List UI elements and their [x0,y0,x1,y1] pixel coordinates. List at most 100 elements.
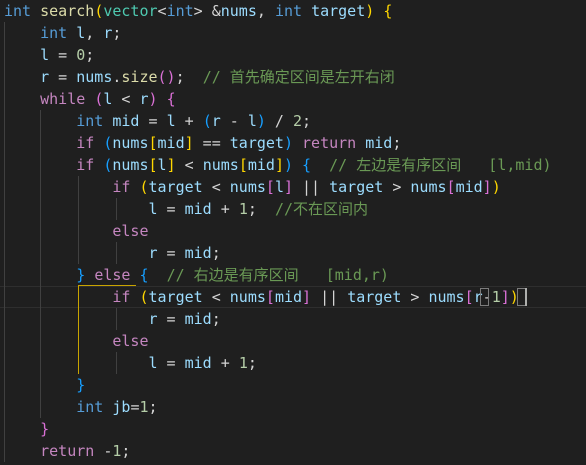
code-token: int [274,2,303,20]
code-line[interactable]: else [4,330,148,352]
code-line[interactable]: r = mid; [4,308,221,330]
code-token: target [148,178,203,196]
code-line[interactable]: } else { // 右边是有序区间 [mid,r) [4,264,389,286]
code-line[interactable]: r = mid; [4,242,221,264]
code-token: = [157,244,185,262]
code-token: ) [491,178,501,196]
code-token: r [148,244,158,262]
code-token: nums [76,68,113,86]
code-token: target [329,178,384,196]
code-token: || [293,178,330,196]
code-line[interactable]: if (nums[mid] == target) return mid; [4,132,401,154]
code-token: > [401,288,429,306]
code-token: r [211,112,221,130]
code-token: mid [274,288,303,306]
code-editor[interactable]: int search(vector<int> &nums, int target… [0,0,586,465]
code-token: int [76,112,104,130]
code-line[interactable]: l = 0; [4,44,94,66]
code-token: l [166,112,176,130]
code-token: < [157,2,167,20]
code-token: () [157,68,176,86]
code-token: ( [94,90,104,108]
code-line[interactable]: int jb=1; [4,396,157,418]
code-token: ) [148,90,158,108]
code-token: return [40,442,95,460]
code-token: < [202,178,230,196]
code-token: return [302,134,357,152]
code-line[interactable]: l = mid + 1; [4,352,257,374]
code-token: nums [220,2,257,20]
code-line[interactable]: } [4,374,85,396]
code-token: } [76,266,86,284]
code-token: 0 [76,46,86,64]
code-token: ) [256,112,266,130]
code-line[interactable]: if (nums[l] < nums[mid]) { // 左边是有序区间 [l… [4,154,551,176]
code-line[interactable]: return -1; [4,440,130,462]
code-line[interactable]: r = nums.size(); // 首先确定区间是左开右闭 [4,66,395,88]
code-token: nums [428,288,465,306]
code-token: mid [112,112,140,130]
code-line[interactable]: l = mid + 1; //不在区间内 [4,198,369,220]
code-token: - [220,112,248,130]
code-line[interactable]: if (target < nums[l] || target > nums[mi… [4,176,501,198]
code-line[interactable]: if (target < nums[mid] || target > nums[… [4,286,518,308]
code-token: ; [211,310,221,328]
code-token: [ [148,156,158,174]
code-token: target [311,2,366,20]
code-token: target [347,288,402,306]
code-line[interactable]: while (l < r) { [4,88,175,110]
code-token: ; [302,112,312,130]
code-line[interactable]: int search(vector<int> &nums, int target… [4,0,392,22]
code-token: if [112,178,131,196]
code-token: ] [274,156,284,174]
code-token: jb [112,398,131,416]
code-token: ) [283,134,293,152]
code-token: = [157,354,185,372]
code-token: + [175,112,203,130]
code-token: [ [148,134,158,152]
code-token: + [211,354,239,372]
code-token: if [76,156,95,174]
code-token: nums [202,156,239,174]
code-token: mid [455,178,483,196]
code-token: r [40,68,50,86]
code-token: > [383,178,411,196]
text-cursor [525,288,527,306]
code-line[interactable]: else [4,220,149,242]
code-token: nums [410,178,447,196]
code-line[interactable]: int mid = l + (r - l) / 2; [4,110,311,132]
code-token: 1 [238,200,248,218]
code-token: search [40,2,95,20]
code-token: l [148,200,158,218]
code-token: // 首先确定区间是左开右闭 [202,68,395,86]
code-token: , [85,24,104,42]
code-token: ; [85,46,95,64]
code-token: ] [302,288,312,306]
code-token: int [4,2,32,20]
code-token: - [94,442,113,460]
code-token: vector [103,2,158,20]
code-token: target [148,288,203,306]
code-line[interactable]: } [4,418,49,440]
code-token: ] [184,134,194,152]
code-line[interactable]: int l, r; [4,22,121,44]
code-token: mid [184,244,212,262]
code-token: = [49,68,77,86]
code-token: / [265,112,293,130]
code-token: l [76,24,86,42]
code-token: else [112,222,149,240]
